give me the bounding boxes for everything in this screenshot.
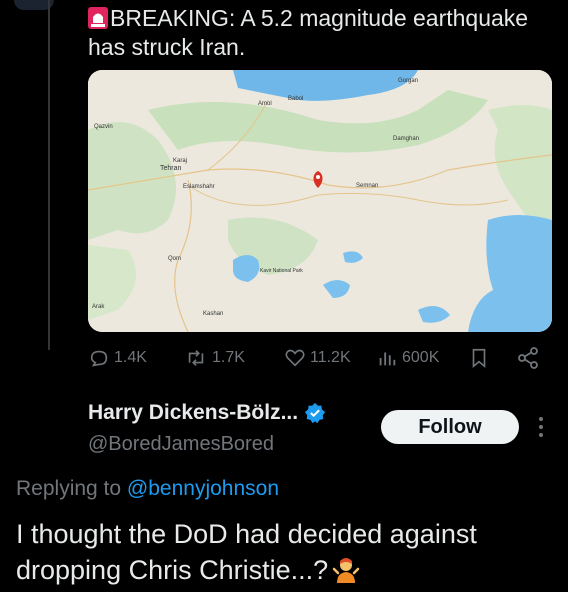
tweet-text: BREAKING: A 5.2 magnitude earthquake has…: [88, 4, 558, 62]
reply-author-row: Harry Dickens-Bölz...: [88, 401, 326, 425]
reply-icon: [90, 350, 108, 367]
map-label-tehran: Tehran: [160, 165, 182, 172]
map-label-kavir: Kavir National Park: [260, 268, 303, 274]
map-label-kashan: Kashan: [203, 311, 223, 317]
reply-author-handle[interactable]: @BoredJamesBored: [88, 433, 274, 456]
map-label-babol: Babol: [288, 96, 303, 102]
reply-action[interactable]: 1.4K: [88, 344, 147, 372]
heart-icon: [285, 349, 305, 367]
map-label-karaj: Karaj: [173, 158, 187, 164]
map-label-qom: Qom: [168, 256, 181, 262]
map-label-eslamshahr: Eslamshahr: [183, 184, 215, 190]
map-label-semnan: Semnan: [356, 183, 378, 189]
bookmark-action[interactable]: [468, 344, 494, 372]
verified-badge-icon: [304, 402, 326, 424]
bookmark-icon: [472, 348, 486, 369]
map-label-gorgan: Gorgan: [398, 78, 418, 84]
retweet-count: 1.7K: [212, 349, 245, 366]
share-action[interactable]: [516, 344, 544, 372]
reply-text: I thought the DoD had decided against dr…: [16, 516, 556, 588]
reply-author-name[interactable]: Harry Dickens-Bölz...: [88, 401, 298, 425]
thread-line: [48, 0, 50, 350]
map-label-amol: Amol: [258, 101, 272, 107]
map-label-qazvin: Qazvin: [94, 124, 113, 130]
replying-to: Replying to @bennyjohnson: [16, 477, 279, 501]
map-label-damghan: Damghan: [393, 136, 419, 142]
like-count: 11.2K: [310, 349, 351, 366]
reply-body: I thought the DoD had decided against dr…: [16, 519, 477, 585]
reply-avatar[interactable]: [14, 388, 72, 446]
like-action[interactable]: 11.2K: [284, 344, 351, 372]
views-count: 600K: [402, 349, 440, 366]
person-shrugging-emoji-icon: [332, 558, 360, 583]
retweet-action[interactable]: 1.7K: [184, 344, 245, 372]
tweet-body: BREAKING: A 5.2 magnitude earthquake has…: [88, 5, 529, 60]
replying-handle-link[interactable]: @bennyjohnson: [127, 477, 279, 500]
retweet-icon: [188, 350, 204, 366]
more-options-icon[interactable]: [534, 414, 548, 440]
map-label-arak: Arak: [92, 304, 105, 310]
replying-prefix: Replying to: [16, 477, 122, 500]
reply-count: 1.4K: [114, 349, 147, 366]
views-action[interactable]: 600K: [376, 344, 439, 372]
siren-emoji-icon: [88, 7, 108, 29]
views-chart-icon: [379, 352, 396, 366]
share-icon: [518, 347, 538, 369]
follow-button[interactable]: Follow: [381, 410, 519, 444]
tweet-map-image[interactable]: Tehran Karaj Eslamshahr Qom Kashan Semna…: [88, 70, 552, 332]
map-graphic: Tehran Karaj Eslamshahr Qom Kashan Semna…: [88, 70, 552, 332]
tweet-actions: 1.4K 1.7K 11.2K 600K: [88, 344, 548, 372]
